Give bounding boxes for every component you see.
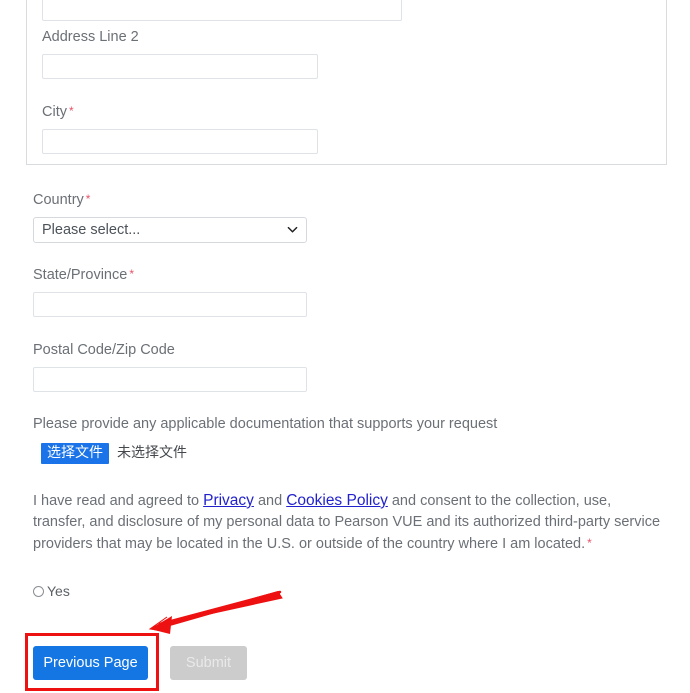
country-select[interactable]: Please select... <box>33 217 307 243</box>
consent-text-part-2: and <box>253 493 287 509</box>
consent-paragraph: I have read and agreed to Privacy and Co… <box>33 491 661 554</box>
country-required-marker: * <box>85 192 91 206</box>
city-input[interactable] <box>42 129 318 154</box>
address-line-1-field <box>42 0 402 21</box>
address-line-2-label: Address Line 2 <box>42 29 139 45</box>
choose-file-button[interactable]: 选择文件 <box>41 443 109 464</box>
file-upload-row: 选择文件 未选择文件 <box>41 443 497 464</box>
state-province-field: State/Province * <box>33 266 307 317</box>
address-line-2-input[interactable] <box>42 54 318 79</box>
file-status-text: 未选择文件 <box>117 445 187 461</box>
consent-radio-row[interactable]: Yes <box>33 584 70 598</box>
consent-radio-yes[interactable] <box>33 585 44 597</box>
documentation-label: Please provide any applicable documentat… <box>33 416 498 432</box>
consent-text-part-1: I have read and agreed to <box>33 493 204 509</box>
previous-page-button[interactable]: Previous Page <box>33 646 148 680</box>
postal-code-input[interactable] <box>33 367 307 392</box>
country-label: Country <box>33 192 84 208</box>
form-page: Address Line 2 City * Country * Please sel… <box>0 0 690 693</box>
privacy-link[interactable]: Privacy <box>203 492 254 509</box>
state-province-label: State/Province <box>33 267 128 283</box>
city-required-marker: * <box>68 104 74 118</box>
submit-button[interactable]: Submit <box>170 646 247 680</box>
country-select-value: Please select... <box>42 222 141 238</box>
state-province-required-marker: * <box>129 267 134 281</box>
postal-code-field: Postal Code/Zip Code <box>33 341 307 392</box>
state-province-input[interactable] <box>33 292 307 317</box>
postal-code-label: Postal Code/Zip Code <box>33 342 175 358</box>
cookies-policy-link[interactable]: Cookies Policy <box>286 492 388 509</box>
address-line-2-field: Address Line 2 <box>42 28 318 79</box>
address-line-1-input[interactable] <box>42 0 402 21</box>
annotation-arrow <box>120 588 290 643</box>
consent-radio-yes-label: Yes <box>47 583 70 599</box>
address-card: Address Line 2 City * <box>26 0 667 165</box>
chevron-down-icon <box>287 224 298 235</box>
city-field: City * <box>42 103 318 154</box>
city-label: City <box>42 104 67 120</box>
consent-required-marker: * <box>587 535 592 550</box>
documentation-section: Please provide any applicable documentat… <box>33 415 497 464</box>
country-field: Country * Please select... <box>33 191 307 243</box>
